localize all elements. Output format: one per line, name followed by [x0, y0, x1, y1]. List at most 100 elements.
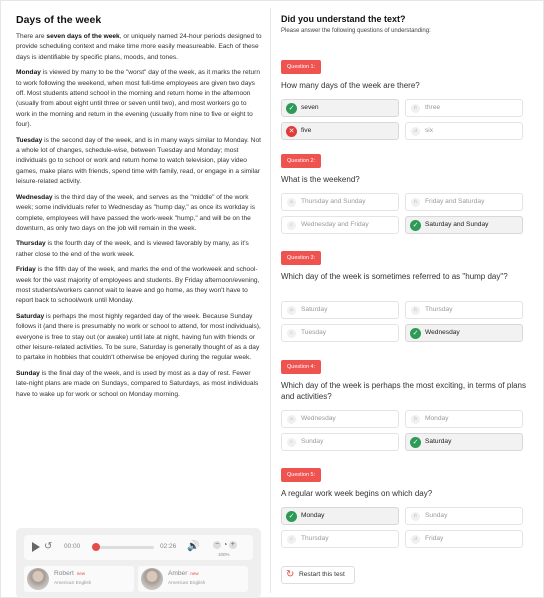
- check-icon: ✓: [410, 328, 421, 339]
- option-letter: d: [411, 535, 420, 544]
- option-label: three: [425, 104, 441, 111]
- answer-option-b[interactable]: b Sunday: [405, 507, 523, 525]
- option-letter: b: [411, 512, 420, 521]
- gauge-icon: ◔: [222, 540, 228, 549]
- answer-option-c[interactable]: c Wednesday and Friday: [281, 216, 399, 234]
- option-label: Friday and Saturday: [425, 198, 485, 205]
- speaker-accent: American English: [168, 581, 206, 586]
- answer-option-a[interactable]: a Thursday and Sunday: [281, 193, 399, 211]
- answer-option-c[interactable]: c Thursday: [281, 530, 399, 548]
- answer-option-c[interactable]: c Tuesday: [281, 324, 399, 342]
- option-label: Monday: [425, 415, 449, 422]
- article-paragraph: Tuesday is the second day of the week, a…: [16, 136, 261, 186]
- answer-option-a[interactable]: a Wednesday: [281, 410, 399, 428]
- avatar: [27, 568, 49, 590]
- progress-knob[interactable]: [92, 543, 100, 551]
- rewind-icon[interactable]: ↺: [44, 541, 52, 552]
- option-label: Thursday and Sunday: [301, 198, 366, 205]
- option-label: Tuesday: [301, 329, 327, 336]
- option-label: five: [301, 127, 312, 134]
- answer-option-b[interactable]: b Monday: [405, 410, 523, 428]
- option-label: Wednesday: [301, 415, 336, 422]
- option-label: Thursday: [425, 306, 453, 313]
- volume-icon[interactable]: 🔊: [187, 541, 199, 552]
- option-letter: b: [411, 104, 420, 113]
- quiz: Did you understand the text? Please answ…: [281, 14, 527, 584]
- new-badge: new: [190, 571, 199, 576]
- speaker-amber[interactable]: Amber new American English: [138, 566, 248, 592]
- day-name: Monday: [16, 69, 41, 77]
- article-paragraph: Saturday is perhaps the most highly rega…: [16, 312, 261, 362]
- option-label: Saturday: [301, 306, 328, 313]
- option-letter: c: [287, 438, 296, 447]
- option-label: Wednesday: [425, 329, 460, 336]
- article-paragraph: Sunday is the final day of the week, and…: [16, 369, 259, 398]
- article-body: There are seven days of the week, or uni…: [16, 32, 262, 400]
- answer-option-b[interactable]: b Friday and Saturday: [405, 193, 523, 211]
- quiz-subtitle: Please answer the following questions of…: [281, 28, 431, 34]
- avatar: [141, 568, 163, 590]
- speed-value: 100%: [218, 552, 230, 557]
- option-letter: c: [287, 535, 296, 544]
- quiz-title: Did you understand the text?: [281, 14, 406, 24]
- article-paragraph: Thursday is the fourth day of the week, …: [16, 240, 249, 258]
- answer-option-b[interactable]: b Thursday: [405, 301, 523, 319]
- option-letter: a: [287, 415, 296, 424]
- answer-option-c[interactable]: ✕ five: [281, 122, 399, 140]
- article-paragraph: Wednesday is the third day of the week, …: [16, 193, 255, 232]
- article-title: Days of the week: [16, 14, 102, 26]
- speed-plus-button[interactable]: +: [228, 540, 237, 549]
- option-label: Saturday: [425, 438, 452, 445]
- answer-option-d[interactable]: d Friday: [405, 530, 523, 548]
- check-icon: ✓: [410, 437, 421, 448]
- check-icon: ✓: [286, 103, 297, 114]
- option-letter: c: [287, 221, 296, 230]
- speaker-name: Amber new: [168, 570, 199, 577]
- answer-option-a[interactable]: ✓ seven: [281, 99, 399, 117]
- option-letter: b: [411, 198, 420, 207]
- day-name: Thursday: [16, 240, 46, 248]
- question-5: Question 5: A regular work week begins on…: [281, 463, 527, 548]
- play-icon[interactable]: [32, 542, 40, 552]
- day-name: Wednesday: [16, 193, 53, 201]
- question-text: Which day of the week is sometimes refer…: [281, 272, 508, 281]
- option-label: Sunday: [301, 438, 324, 445]
- question-text: A regular work week begins on which day?: [281, 489, 433, 498]
- audio-panel: ↺ 00:00 02:26 🔊 − ◔ + 100% Robert new Ame…: [16, 528, 261, 598]
- option-label: Saturday and Sunday: [425, 221, 489, 228]
- option-label: seven: [301, 104, 319, 111]
- answer-option-b[interactable]: b three: [405, 99, 523, 117]
- speed-minus-button[interactable]: −: [213, 540, 222, 549]
- answer-option-d[interactable]: d six: [405, 122, 523, 140]
- question-2: Question 2: What is the weekend? a Thursday…: [281, 149, 527, 234]
- question-text: Which day of the week is perhaps the mos…: [281, 381, 527, 401]
- article-paragraph: Monday is viewed by many to be the "wors…: [16, 69, 260, 129]
- answer-option-c[interactable]: c Sunday: [281, 433, 399, 451]
- speaker-robert[interactable]: Robert new American English: [24, 566, 134, 592]
- speaker-accent: American English: [54, 581, 92, 586]
- progress-track[interactable]: [94, 546, 154, 549]
- option-letter: d: [411, 127, 420, 136]
- answer-option-a[interactable]: a Saturday: [281, 301, 399, 319]
- question-badge: Question 2:: [281, 154, 322, 168]
- answer-option-d[interactable]: ✓ Saturday: [405, 433, 523, 451]
- restart-button[interactable]: ↻ Restart this test: [281, 566, 355, 584]
- article: Days of the week There are seven days of…: [16, 14, 262, 405]
- answer-option-a[interactable]: ✓ Monday: [281, 507, 399, 525]
- speaker-name: Robert new: [54, 570, 86, 577]
- answer-option-d[interactable]: ✓ Wednesday: [405, 324, 523, 342]
- option-label: Friday: [425, 535, 444, 542]
- day-name: Tuesday: [16, 136, 43, 144]
- article-paragraph: There are seven days of the week, or uni…: [16, 33, 262, 61]
- question-text: How many days of the week are there?: [281, 81, 420, 90]
- question-text: What is the weekend?: [281, 175, 360, 184]
- check-icon: ✓: [410, 220, 421, 231]
- day-name: Friday: [16, 266, 36, 274]
- current-time: 00:00: [64, 543, 81, 550]
- restart-label: Restart this test: [299, 571, 345, 578]
- question-1: Question 1: How many days of the week are…: [281, 55, 527, 140]
- option-letter: b: [411, 415, 420, 424]
- question-4: Question 4: Which day of the week is perh…: [281, 355, 527, 451]
- answer-option-d[interactable]: ✓ Saturday and Sunday: [405, 216, 523, 234]
- option-letter: a: [287, 198, 296, 207]
